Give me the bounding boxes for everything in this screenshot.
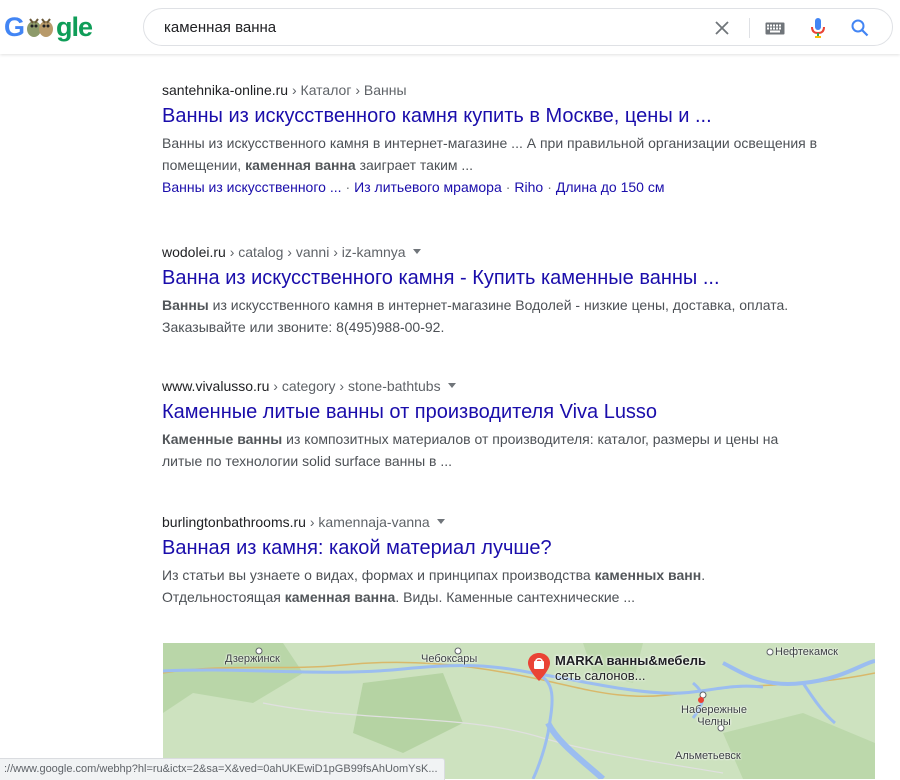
search-divider	[749, 18, 750, 38]
logo-letter: gle	[56, 11, 93, 42]
result-path: › catalog › vanni › iz-kamnya	[225, 244, 406, 260]
search-icon[interactable]	[849, 17, 871, 39]
result-sitelinks: Ванны из искусственного ... · Из литьевого…	[162, 179, 665, 195]
result-path: › Каталог › Ванны	[288, 82, 407, 98]
map-city-label: Чебоксары	[421, 653, 478, 665]
result-domain: santehnika-online.ru	[162, 82, 289, 98]
map-city-label: Набережные Челны	[681, 704, 747, 728]
result-snippet: Ванны из искусственного камня в интернет…	[162, 297, 789, 335]
search-input[interactable]	[164, 9, 684, 45]
search-result: burlingtonbathrooms.ru › kamennaja-vanna…	[162, 512, 822, 622]
result-domain: wodolei.ru	[162, 244, 226, 260]
shopping-bag-pin-icon	[528, 653, 550, 681]
result-url[interactable]: burlingtonbathrooms.ru › kamennaja-vanna	[162, 512, 822, 532]
sitelink[interactable]: Ванны из искусственного ...	[162, 179, 341, 195]
result-menu-arrow-icon[interactable]	[436, 518, 445, 524]
result-domain: burlingtonbathrooms.ru	[162, 514, 306, 530]
google-doodle-logo[interactable]: G gle	[4, 10, 93, 44]
result-snippet: Ванны из искусственного камня в интернет…	[162, 135, 818, 173]
result-title-link[interactable]: Ванная из камня: какой материал лучше?	[162, 535, 822, 561]
logo-letter: G	[4, 11, 25, 42]
map-city-label: Дзержинск	[225, 653, 280, 665]
result-title-link[interactable]: Ванна из искусственного камня - Купить к…	[162, 265, 822, 291]
doodle-mascot-icon	[25, 15, 55, 39]
map-pin[interactable]	[528, 653, 550, 686]
result-snippet: Каменные ванны из композитных материалов…	[162, 431, 779, 469]
result-menu-arrow-icon[interactable]	[412, 248, 421, 254]
result-title-link[interactable]: Ванны из искусственного камня купить в М…	[162, 103, 822, 129]
status-bar-url: ://www.google.com/webhp?hl=ru&ictx=2&sa=…	[0, 758, 445, 780]
sitelink[interactable]: Длина до 150 см	[556, 179, 665, 195]
sitelink[interactable]: Из литьевого мрамора	[354, 179, 502, 195]
search-result: santehnika-online.ru › Каталог › Ванны В…	[162, 80, 822, 242]
search-results: santehnika-online.ru › Каталог › Ванны В…	[162, 80, 822, 622]
result-path: › kamennaja-vanna	[305, 514, 430, 530]
result-url[interactable]: wodolei.ru › catalog › vanni › iz-kamnya	[162, 242, 822, 262]
result-domain: www.vivalusso.ru	[162, 378, 270, 394]
microphone-icon[interactable]	[807, 17, 829, 39]
result-title-link[interactable]: Каменные литые ванны от производителя Vi…	[162, 399, 822, 425]
header: G gle	[0, 0, 900, 54]
sitelink[interactable]: Riho	[514, 179, 543, 195]
keyboard-icon[interactable]	[764, 17, 786, 39]
search-box	[143, 8, 893, 46]
map-city-label: Нефтекамск	[775, 646, 838, 658]
result-snippet: Из статьи вы узнаете о видах, формах и п…	[162, 567, 706, 605]
result-url[interactable]: www.vivalusso.ru › category › stone-bath…	[162, 376, 822, 396]
map-pin-title[interactable]: MARKA ванны&мебель	[555, 653, 706, 668]
result-menu-arrow-icon[interactable]	[447, 382, 456, 388]
map-city-label: Альметьевск	[675, 750, 741, 762]
result-path: › category › stone-bathtubs	[269, 378, 441, 394]
map-pin-subtitle[interactable]: сеть салонов...	[555, 668, 645, 683]
close-icon[interactable]	[711, 17, 733, 39]
search-result: www.vivalusso.ru › category › stone-bath…	[162, 376, 822, 512]
search-result: wodolei.ru › catalog › vanni › iz-kamnya…	[162, 242, 822, 376]
result-url[interactable]: santehnika-online.ru › Каталог › Ванны	[162, 80, 822, 100]
